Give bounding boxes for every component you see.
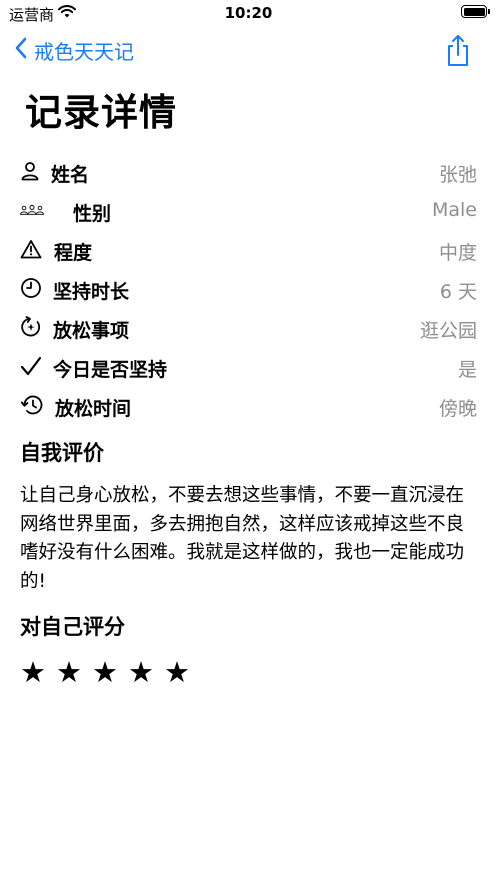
checkmark-icon — [20, 355, 44, 377]
field-label: 放松事项 — [53, 320, 130, 342]
info-row-relax-activity: 放松事项 逛公园 — [0, 308, 497, 347]
star-icon[interactable]: ★ — [92, 657, 128, 687]
field-value: Male — [431, 199, 477, 221]
field-value: 傍晚 — [438, 398, 477, 420]
field-value: 中度 — [438, 242, 477, 264]
field-label: 性别 — [73, 203, 112, 225]
rating-heading: 对自己评分 — [20, 615, 125, 639]
star-icon[interactable]: ★ — [20, 657, 56, 687]
field-label: 今日是否坚持 — [53, 359, 168, 381]
history-icon — [20, 394, 44, 416]
info-row-relax-time: 放松时间 傍晚 — [0, 386, 497, 425]
info-row-gender: 性别 Male — [0, 191, 497, 230]
back-button[interactable]: 戒色天天记 — [14, 36, 134, 65]
field-value: 6 天 — [439, 281, 477, 303]
star-icon[interactable]: ★ — [164, 657, 200, 687]
field-value: 张弛 — [438, 164, 477, 186]
info-list: 姓名 张弛 性别 Male 程度 中度 坚持时长 6 天 放松事项 逛公园 今日… — [0, 152, 497, 425]
refresh-icon — [20, 316, 44, 338]
star-icon[interactable]: ★ — [128, 657, 164, 687]
info-row-kept-today: 今日是否坚持 是 — [0, 347, 497, 386]
back-button-label: 戒色天天记 — [34, 40, 134, 64]
field-value: 是 — [457, 359, 477, 381]
share-button[interactable] — [444, 34, 472, 72]
navigation-bar: 戒色天天记 — [0, 32, 497, 72]
info-row-level: 程度 中度 — [0, 230, 497, 269]
field-label: 程度 — [54, 242, 93, 264]
rating-stars: ★ ★ ★ ★ ★ — [20, 657, 200, 687]
people-icon — [20, 199, 44, 221]
person-icon — [20, 160, 44, 182]
field-label: 放松时间 — [55, 398, 132, 420]
page-title: 记录详情 — [25, 91, 177, 134]
status-bar: 运营商 10:20 — [0, 0, 497, 28]
battery-icon — [461, 5, 487, 18]
self-eval-text: 让自己身心放松，不要去想这些事情，不要一直沉浸在网络世界里面，多去拥抱自然，这样… — [20, 485, 465, 592]
field-label: 姓名 — [51, 164, 90, 186]
warning-icon — [20, 238, 44, 260]
self-eval-heading: 自我评价 — [20, 441, 104, 465]
field-value: 逛公园 — [419, 320, 477, 342]
status-time: 10:20 — [224, 4, 273, 22]
chevron-left-icon — [14, 37, 34, 64]
info-row-name: 姓名 张弛 — [0, 152, 497, 191]
star-icon[interactable]: ★ — [56, 657, 92, 687]
field-label: 坚持时长 — [53, 281, 130, 303]
share-icon — [444, 35, 472, 72]
clock-icon — [20, 277, 44, 299]
battery-tip — [488, 9, 490, 14]
info-row-duration: 坚持时长 6 天 — [0, 269, 497, 308]
